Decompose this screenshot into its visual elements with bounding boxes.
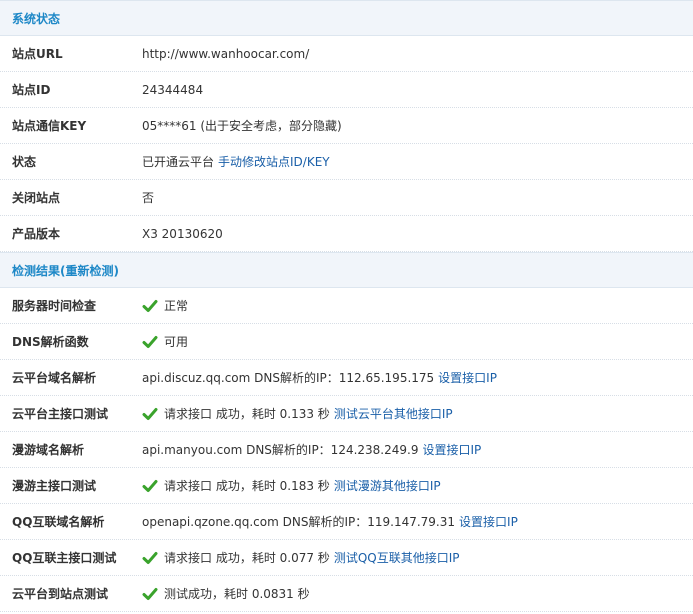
value-dns-func: 可用: [164, 335, 189, 349]
check-icon: [142, 587, 158, 600]
row-manyou-api: 漫游主接口测试 请求接口 成功，耗时 0.183 秒 测试漫游其他接口IP: [0, 468, 693, 504]
label-site-url: 站点URL: [12, 47, 63, 61]
set-manyou-ip-link[interactable]: 设置接口IP: [422, 441, 481, 458]
label-status: 状态: [12, 155, 37, 169]
value-cloud-to-site: 测试成功，耗时 0.0831 秒: [164, 587, 310, 601]
cloud-status-page: 系统状态 站点URL http://www.wanhoocar.com/ 站点I…: [0, 0, 693, 612]
test-qq-ip-link[interactable]: 测试QQ互联其他接口IP: [334, 549, 460, 566]
value-site-url: http://www.wanhoocar.com/: [142, 46, 310, 61]
value-qq-dns: openapi.qzone.qq.com DNS解析的IP：119.147.79…: [142, 515, 456, 529]
check-icon: [142, 551, 158, 564]
label-site-id: 站点ID: [12, 83, 51, 97]
row-status: 状态 已开通云平台 手动修改站点ID/KEY: [0, 144, 693, 180]
value-version: X3 20130620: [142, 226, 223, 241]
label-close-site: 关闭站点: [12, 191, 61, 205]
value-cloud-dns: api.discuz.qq.com DNS解析的IP：112.65.195.17…: [142, 371, 435, 385]
label-cloud-to-site: 云平台到站点测试: [12, 587, 109, 601]
label-dns-func: DNS解析函数: [12, 335, 89, 349]
test-manyou-ip-link[interactable]: 测试漫游其他接口IP: [334, 477, 441, 494]
check-result-title[interactable]: 检测结果(重新检测): [12, 264, 119, 278]
system-status-header: 系统状态: [0, 0, 693, 36]
check-result-header[interactable]: 检测结果(重新检测): [0, 252, 693, 288]
label-version: 产品版本: [12, 227, 61, 241]
system-status-title: 系统状态: [12, 12, 61, 26]
row-qq-api: QQ互联主接口测试 请求接口 成功，耗时 0.077 秒 测试QQ互联其他接口I…: [0, 540, 693, 576]
value-qq-api: 请求接口 成功，耗时 0.077 秒: [164, 551, 330, 565]
row-cloud-to-site: 云平台到站点测试 测试成功，耗时 0.0831 秒: [0, 576, 693, 612]
label-site-key: 站点通信KEY: [12, 119, 87, 133]
row-qq-dns: QQ互联域名解析 openapi.qzone.qq.com DNS解析的IP：1…: [0, 504, 693, 540]
value-server-time: 正常: [164, 299, 189, 313]
label-cloud-api: 云平台主接口测试: [12, 407, 109, 421]
value-manyou-dns: api.manyou.com DNS解析的IP：124.238.249.9: [142, 443, 419, 457]
value-status: 已开通云平台: [142, 155, 215, 169]
check-icon: [142, 299, 158, 312]
row-site-key: 站点通信KEY 05****61 (出于安全考虑，部分隐藏): [0, 108, 693, 144]
set-qq-ip-link[interactable]: 设置接口IP: [459, 513, 518, 530]
check-icon: [142, 407, 158, 420]
row-manyou-dns: 漫游域名解析 api.manyou.com DNS解析的IP：124.238.2…: [0, 432, 693, 468]
label-qq-dns: QQ互联域名解析: [12, 515, 105, 529]
edit-site-key-link[interactable]: 手动修改站点ID/KEY: [218, 153, 330, 170]
label-qq-api: QQ互联主接口测试: [12, 551, 117, 565]
value-site-id: 24344484: [142, 82, 204, 97]
row-version: 产品版本 X3 20130620: [0, 216, 693, 252]
check-icon: [142, 335, 158, 348]
check-icon: [142, 479, 158, 492]
row-site-id: 站点ID 24344484: [0, 72, 693, 108]
value-manyou-api: 请求接口 成功，耗时 0.183 秒: [164, 479, 330, 493]
label-server-time: 服务器时间检查: [12, 299, 97, 313]
value-close-site: 否: [142, 191, 155, 205]
value-site-key: 05****61 (出于安全考虑，部分隐藏): [142, 119, 342, 133]
test-cloud-ip-link[interactable]: 测试云平台其他接口IP: [334, 405, 453, 422]
row-site-url: 站点URL http://www.wanhoocar.com/: [0, 36, 693, 72]
label-manyou-api: 漫游主接口测试: [12, 479, 97, 493]
row-close-site: 关闭站点 否: [0, 180, 693, 216]
value-cloud-api: 请求接口 成功，耗时 0.133 秒: [164, 407, 330, 421]
row-dns-func: DNS解析函数 可用: [0, 324, 693, 360]
row-server-time: 服务器时间检查 正常: [0, 288, 693, 324]
label-cloud-dns: 云平台域名解析: [12, 371, 97, 385]
set-cloud-ip-link[interactable]: 设置接口IP: [438, 369, 497, 386]
row-cloud-api: 云平台主接口测试 请求接口 成功，耗时 0.133 秒 测试云平台其他接口IP: [0, 396, 693, 432]
row-cloud-dns: 云平台域名解析 api.discuz.qq.com DNS解析的IP：112.6…: [0, 360, 693, 396]
label-manyou-dns: 漫游域名解析: [12, 443, 85, 457]
